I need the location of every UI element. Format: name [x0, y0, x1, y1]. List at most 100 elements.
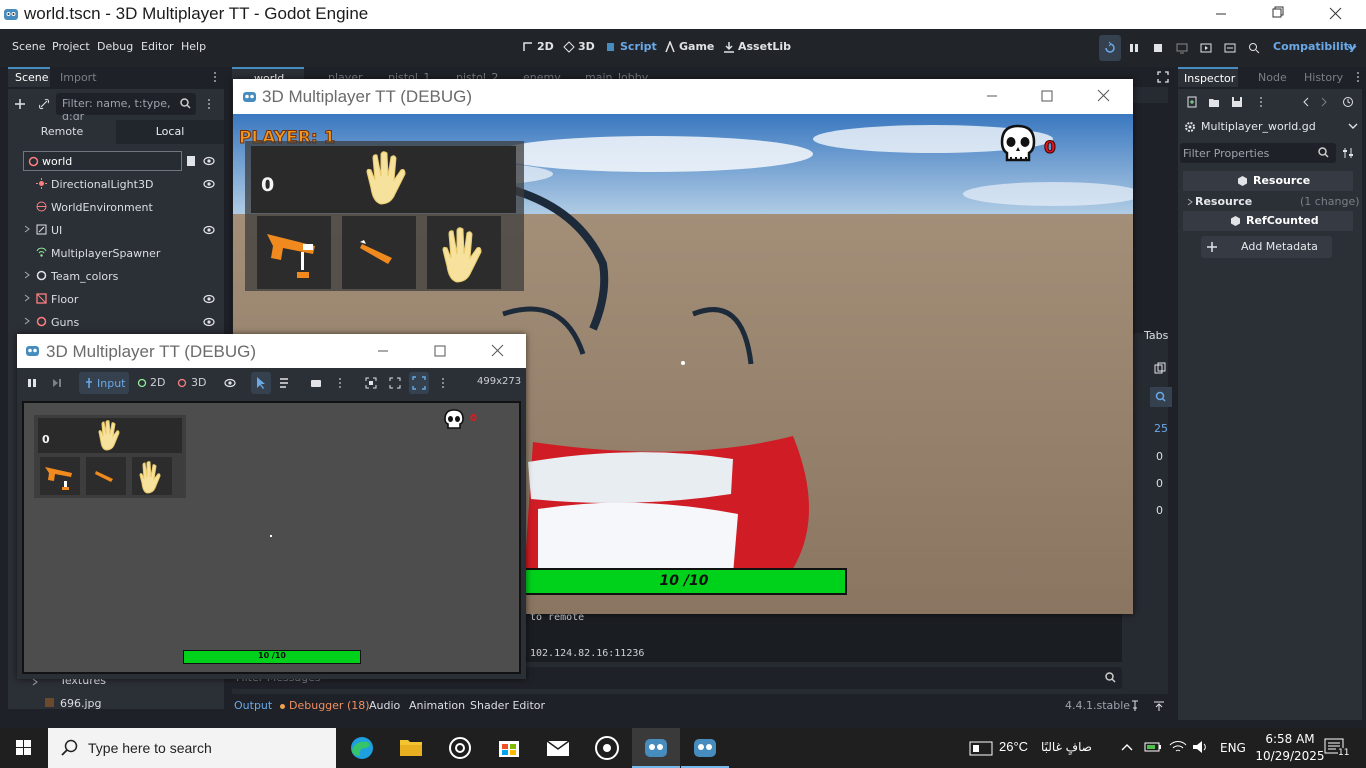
keep-aspect-icon[interactable] — [389, 377, 401, 389]
chevron-right-icon[interactable] — [24, 271, 30, 279]
section-resource[interactable]: Resource — [1183, 171, 1353, 191]
weapon-slot-3[interactable] — [132, 457, 172, 495]
pause-icon[interactable] — [1128, 42, 1140, 54]
chevron-up-icon[interactable] — [1121, 742, 1133, 752]
add-metadata-button[interactable]: Add Metadata — [1201, 236, 1332, 258]
obs-app[interactable] — [583, 728, 631, 768]
tab-node[interactable]: Node — [1258, 71, 1287, 84]
workspace-game[interactable]: Game — [679, 40, 714, 53]
scene-filter-input[interactable]: Filter: name, t:type, g:gr — [56, 93, 196, 123]
back-icon[interactable] — [1302, 96, 1310, 108]
renderer-select[interactable]: Compatibility — [1273, 40, 1356, 53]
pin-icon[interactable] — [1130, 700, 1140, 712]
more-vertical-icon[interactable] — [440, 377, 446, 389]
fs-file-696[interactable]: 696.jpg — [60, 697, 102, 710]
forward-icon[interactable] — [1320, 96, 1328, 108]
embed-icon[interactable] — [365, 377, 377, 389]
3d-mode-button[interactable]: 3D — [191, 376, 206, 389]
tab-import[interactable]: Import — [60, 71, 97, 84]
history-icon[interactable] — [1342, 96, 1354, 108]
pause-icon[interactable] — [27, 378, 37, 388]
property-resource[interactable]: Resource — [1195, 195, 1252, 208]
menu-help[interactable]: Help — [181, 40, 206, 53]
run-scene-icon[interactable] — [1200, 42, 1212, 54]
menu-editor[interactable]: Editor — [141, 40, 174, 53]
chevron-right-icon[interactable] — [24, 294, 30, 302]
tree-node-label[interactable]: MultiplayerSpawner — [51, 247, 160, 260]
chevron-down-icon[interactable] — [1348, 123, 1358, 131]
weapon-slot-2[interactable] — [86, 457, 126, 495]
godot-app-1[interactable] — [632, 728, 680, 768]
folder-open-icon[interactable] — [1208, 96, 1220, 108]
edge-app[interactable] — [338, 728, 386, 768]
eye-icon[interactable] — [203, 178, 215, 190]
close-button[interactable] — [1081, 79, 1127, 108]
maximize-button[interactable] — [1024, 79, 1070, 108]
workspace-assetlib[interactable]: AssetLib — [738, 40, 791, 53]
chatgpt-app[interactable] — [436, 728, 484, 768]
weather-temp[interactable]: 26°C — [999, 739, 1028, 754]
fullscreen-button[interactable] — [409, 372, 429, 394]
copy-icon[interactable] — [1154, 362, 1166, 374]
tab-shader-editor[interactable]: Shader Editor — [470, 699, 545, 712]
next-frame-icon[interactable] — [52, 378, 62, 388]
maximize-button[interactable] — [417, 334, 463, 363]
filter-properties-input[interactable]: Filter Properties — [1180, 143, 1336, 163]
volume-icon[interactable] — [1192, 739, 1210, 755]
more-vertical-icon[interactable] — [206, 98, 212, 110]
filter-options-icon[interactable] — [1342, 147, 1354, 159]
more-vertical-icon[interactable] — [1355, 71, 1361, 83]
local-button[interactable]: Local — [116, 120, 224, 144]
distraction-free-icon[interactable] — [1157, 71, 1169, 83]
tab-animation[interactable]: Animation — [409, 699, 465, 712]
run-project-button[interactable] — [1099, 35, 1121, 61]
chevron-down-icon[interactable] — [1346, 42, 1358, 54]
tree-node-label[interactable]: UI — [51, 224, 62, 237]
mail-app[interactable] — [534, 728, 582, 768]
stop-icon[interactable] — [1152, 42, 1164, 54]
file-explorer-app[interactable] — [387, 728, 435, 768]
eye-icon[interactable] — [203, 293, 215, 305]
tree-node-label[interactable]: Floor — [51, 293, 78, 306]
expand-panel-icon[interactable] — [1153, 700, 1165, 712]
minimize-button[interactable] — [1198, 0, 1244, 29]
workspace-2d[interactable]: 2D — [537, 40, 554, 53]
tab-inspector[interactable]: Inspector — [1178, 67, 1238, 87]
weapon-slot-3[interactable] — [427, 216, 501, 289]
eye-icon[interactable] — [224, 377, 236, 389]
chevron-right-icon[interactable] — [1187, 198, 1193, 206]
menu-debug[interactable]: Debug — [97, 40, 133, 53]
close-button[interactable] — [475, 334, 521, 363]
search-button[interactable] — [1150, 387, 1172, 407]
weapon-slot-1[interactable] — [257, 216, 331, 289]
more-vertical-icon[interactable] — [337, 377, 343, 389]
tabs-label[interactable]: Tabs — [1144, 329, 1168, 342]
eye-icon[interactable] — [203, 224, 215, 236]
workspace-3d[interactable]: 3D — [578, 40, 595, 53]
weather-desc[interactable]: صافٍ غالبًا — [1041, 740, 1092, 754]
minimize-button[interactable] — [969, 79, 1015, 108]
tree-node-label[interactable]: Guns — [51, 316, 79, 329]
restore-button[interactable] — [1254, 0, 1300, 29]
close-button[interactable] — [1312, 0, 1358, 29]
camera-icon[interactable] — [310, 377, 322, 389]
clock-time[interactable]: 6:58 AM — [1258, 732, 1322, 746]
movie-maker-icon[interactable] — [1248, 42, 1260, 54]
minimize-button[interactable] — [360, 334, 406, 363]
wifi-icon[interactable] — [1169, 739, 1187, 755]
menu-scene[interactable]: Scene — [12, 40, 46, 53]
chevron-right-icon[interactable] — [24, 225, 30, 233]
eye-icon[interactable] — [203, 155, 215, 167]
menu-project[interactable]: Project — [52, 40, 90, 53]
tree-node-label[interactable]: WorldEnvironment — [51, 201, 153, 214]
link-icon[interactable] — [38, 98, 50, 110]
tab-output[interactable]: Output — [234, 699, 272, 712]
input-language[interactable]: ENG — [1220, 741, 1246, 755]
chevron-right-icon[interactable] — [32, 678, 38, 686]
list-select-icon[interactable] — [279, 377, 291, 389]
weapon-slot-2[interactable] — [342, 216, 416, 289]
tree-node-label[interactable]: DirectionalLight3D — [51, 178, 153, 191]
small-game-viewport[interactable]: 0 0 10 /10 — [22, 401, 521, 674]
tree-node-world[interactable]: world — [23, 151, 182, 171]
remote-button[interactable]: Remote — [8, 120, 116, 144]
